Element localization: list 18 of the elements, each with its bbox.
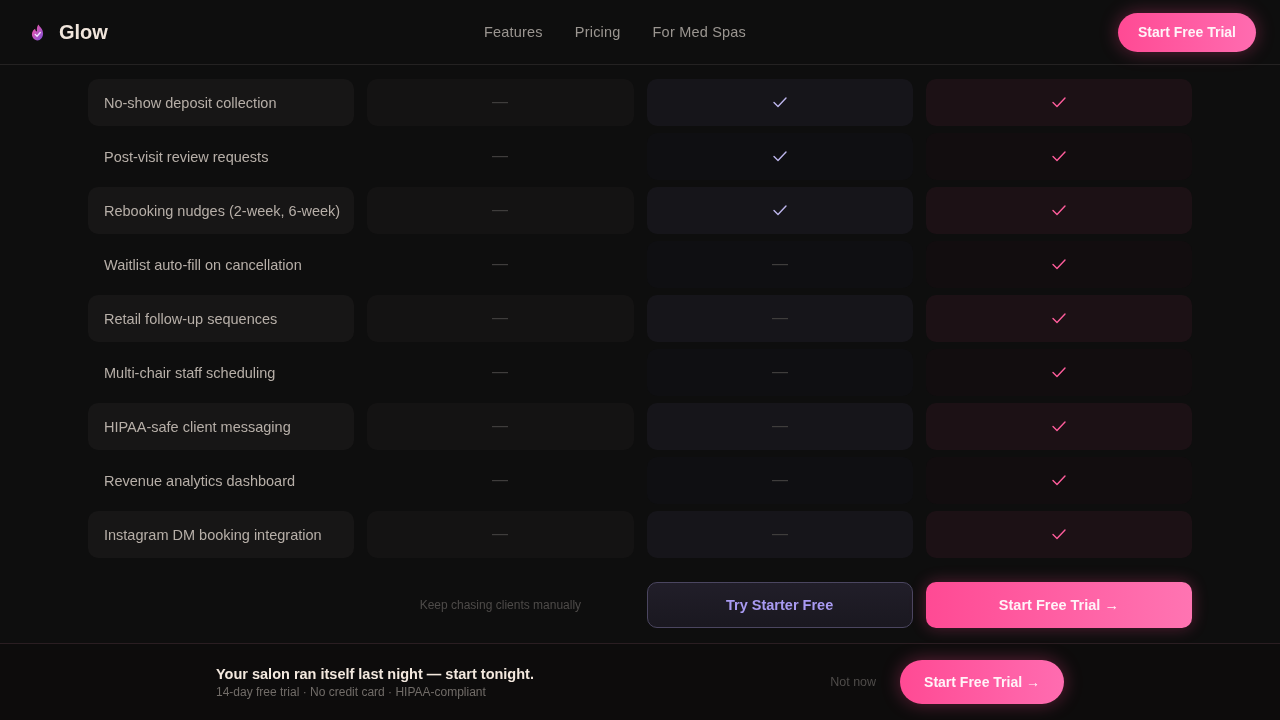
feature-cell-text: Multi-chair staff scheduling [103, 363, 277, 383]
try-starter-button[interactable]: Try Starter Free [646, 582, 913, 628]
brand-name[interactable]: Glow [59, 20, 108, 44]
flame-logo-icon [31, 23, 44, 41]
feature-cell-text: Revenue analytics dashboard [103, 471, 297, 491]
feature-cell: Rebooking nudges (2-week, 6-week) [88, 187, 355, 234]
sticky-title: Your salon ran itself last night — start tonight. [216, 665, 534, 682]
feature-cell-text: Waitlist auto-fill on cancellation [103, 255, 303, 275]
feature-cell: No-show deposit collection [88, 79, 355, 126]
plan-note: Keep chasing clients manually [419, 598, 582, 612]
feature-cell-text: Post-visit review requests [103, 147, 270, 167]
nav-link[interactable]: For Med Spas [652, 24, 747, 40]
feature-cell: HIPAA-safe client messaging [88, 403, 355, 450]
nav-link[interactable]: Pricing [574, 24, 621, 40]
feature-cell: Instagram DM booking integration [88, 511, 355, 558]
feature-cell: Retail follow-up sequences [88, 295, 355, 342]
nav-link[interactable]: Features [484, 24, 543, 40]
sticky-subtitle: 14-day free trial · No credit card · HIPAA-compliant [216, 684, 487, 699]
